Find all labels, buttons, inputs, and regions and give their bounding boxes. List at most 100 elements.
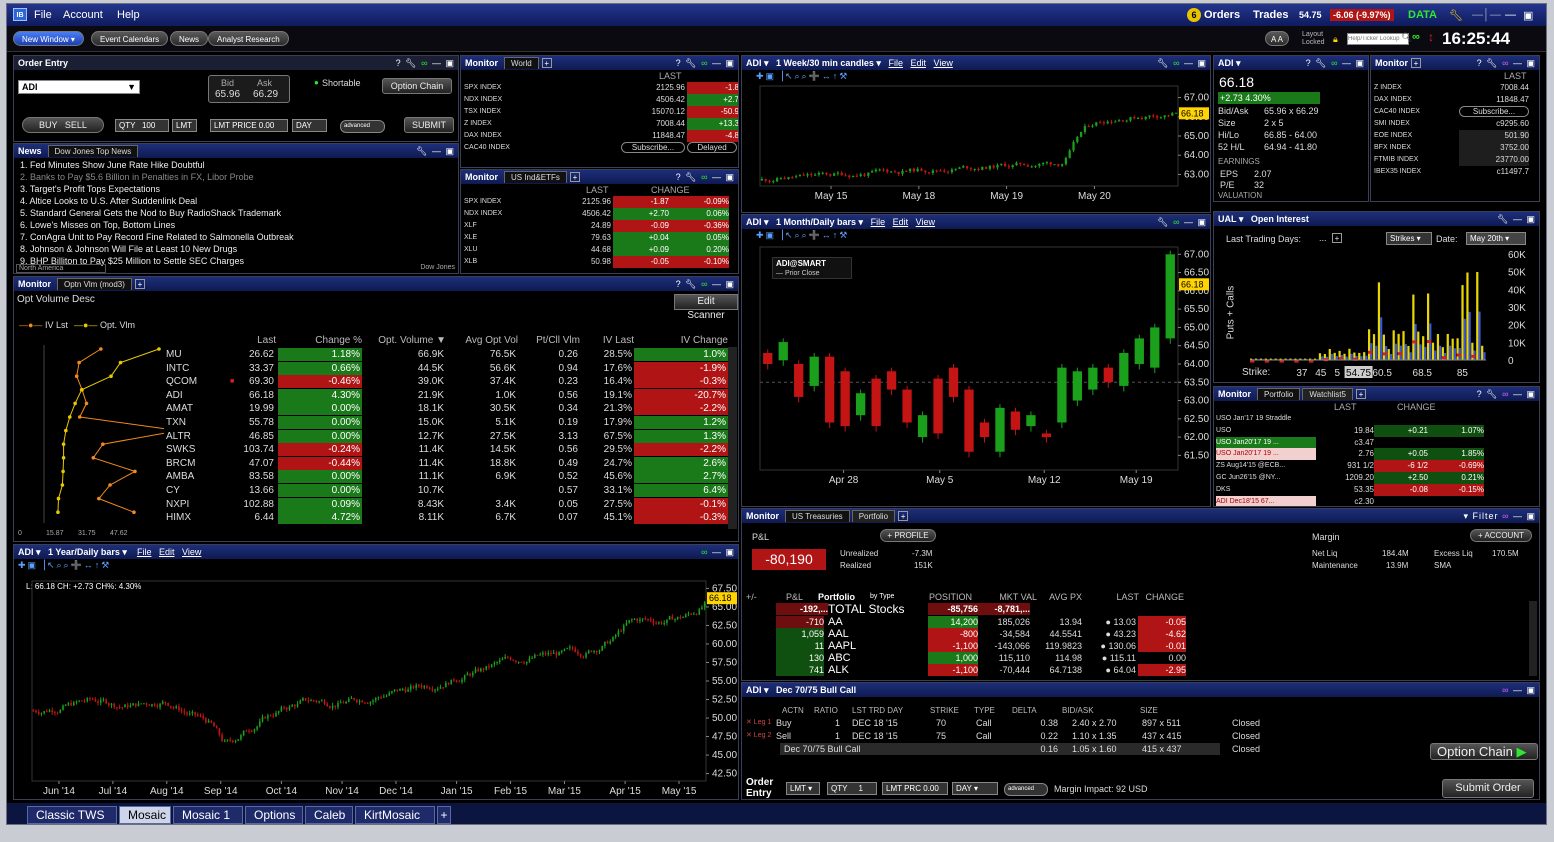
- table-row[interactable]: USO 19.84 +0.21 1.07%: [1214, 424, 1486, 437]
- tab-portfolio[interactable]: Portfolio: [1257, 388, 1301, 400]
- menu-file[interactable]: File: [34, 9, 52, 21]
- table-row[interactable]: XLU 44.68 +0.09 0.20%: [461, 244, 738, 256]
- week-chart[interactable]: 67.0066.0065.0064.0063.00May 15May 18May…: [752, 84, 1211, 213]
- tab-optn-vlm[interactable]: Optn Vlm (mod3): [57, 278, 132, 290]
- chart-tools-icon[interactable]: ✚▣▕↖⌕⌕➕↔↑⚒: [756, 71, 849, 82]
- add-tab-icon[interactable]: +: [898, 511, 909, 521]
- link-icon[interactable]: ―│―: [1472, 9, 1501, 21]
- table-row[interactable]: Z INDEX 7008.44 +13.3: [461, 118, 738, 130]
- panel-controls-icon[interactable]: ? 🔧︎ ∞ — ▣: [676, 56, 735, 70]
- order-type-select[interactable]: LMT: [172, 119, 197, 132]
- add-tab-icon[interactable]: +: [1411, 58, 1421, 68]
- limit-price-input[interactable]: LMT PRICE 0.00: [210, 119, 288, 132]
- tab-portfolio[interactable]: Portfolio: [851, 510, 896, 522]
- tab-us-treasuries[interactable]: US Treasuries: [785, 510, 850, 522]
- news-headline[interactable]: 2. Banks to Pay $5.6 Billion in Penaltie…: [14, 171, 448, 183]
- chart-menu-view[interactable]: View: [916, 217, 935, 227]
- workspace-tab[interactable]: KirtMosaic: [355, 806, 435, 824]
- table-row[interactable]: CAC40 INDEX Subscribe... Delayed: [461, 142, 738, 154]
- table-row[interactable]: USO Jan20'17 19 ... 2.76 +0.05 1.85%: [1214, 448, 1486, 461]
- table-row[interactable]: IBEX35 INDEX c11497.7: [1371, 166, 1539, 178]
- table-row[interactable]: DAX INDEX 11848.47: [1371, 94, 1539, 106]
- panel-controls-icon[interactable]: ? 🔧︎ ∞ — ▣: [396, 56, 455, 70]
- news-tab[interactable]: Dow Jones Top News: [47, 145, 139, 157]
- submit-button[interactable]: SUBMIT: [404, 117, 454, 133]
- analyst-research-button[interactable]: Analyst Research: [208, 31, 289, 46]
- table-row[interactable]: XLB 50.98 -0.05 -0.10%: [461, 256, 738, 268]
- symbol-select[interactable]: ADI ▼: [18, 80, 140, 94]
- table-row[interactable]: INTC 33.37 0.66% 44.5K 56.6K 0.94 17.6% -1.9%: [14, 361, 728, 375]
- table-row[interactable]: GC Jun26'15 @NY... 1209.20 +2.50 0.21%: [1214, 472, 1486, 484]
- workspace-tab[interactable]: Options: [245, 806, 303, 824]
- edit-scanner-button[interactable]: Edit Scanner: [674, 294, 738, 321]
- profile-button[interactable]: + PROFILE: [880, 529, 936, 542]
- tif-select[interactable]: DAY: [292, 119, 327, 132]
- table-row[interactable]: DAX INDEX 11848.47 -4.8: [461, 130, 738, 142]
- tab-world[interactable]: World: [504, 57, 539, 69]
- table-row[interactable]: BRCM 47.07 -0.44% 11.4K 18.8K 0.49 24.7% 2.6%: [14, 456, 728, 470]
- panel-controls-icon[interactable]: ? 🔧︎ ∞ — ▣: [1477, 387, 1536, 401]
- table-row[interactable]: AMAT 19.99 0.00% 18.1K 30.5K 0.34 21.3% -2.2%: [14, 402, 728, 416]
- panel-controls-icon[interactable]: 🔧︎ ∞ — ▣: [1157, 56, 1207, 70]
- ticker-lookup-input[interactable]: [1347, 33, 1409, 45]
- chart-menu-edit[interactable]: Edit: [893, 217, 909, 227]
- chart-menu-edit[interactable]: Edit: [159, 547, 175, 557]
- event-calendars-button[interactable]: Event Calendars: [91, 31, 169, 46]
- panel-controls-icon[interactable]: ▾ Filter ∞ — ▣: [1464, 509, 1536, 523]
- table-row[interactable]: CY 13.66 0.00% 10.7K 0.57 33.1% 6.4%: [14, 484, 728, 497]
- link-group-icon[interactable]: ∞: [1412, 31, 1420, 43]
- table-row[interactable]: TXN 55.78 0.00% 15.0K 5.1K 0.19 17.9% 1.2%: [14, 416, 728, 429]
- workspace-tab[interactable]: Classic TWS: [27, 806, 117, 824]
- table-row[interactable]: SWKS 103.74 -0.24% 11.4K 14.5K 0.56 29.5% -2.2%: [14, 443, 728, 457]
- tab-us-etfs[interactable]: US Ind&ETFs: [504, 171, 567, 183]
- table-row[interactable]: EOE INDEX 501.90: [1371, 130, 1539, 142]
- table-row[interactable]: NXPI 102.88 0.09% 8.43K 3.4K 0.05 27.5% -0.1%: [14, 497, 728, 511]
- combo-total-row[interactable]: Dec 70/75 Bull Call 0.16 1.05 x 1.60 415 x …: [742, 743, 1302, 755]
- maximize-icon[interactable]: ▣: [1523, 9, 1533, 22]
- news-button[interactable]: News: [170, 31, 209, 46]
- workspace-tab[interactable]: Mosaic: [119, 806, 171, 824]
- panel-controls-icon[interactable]: ? 🔧︎ ∞ — ▣: [1306, 56, 1365, 70]
- menu-account[interactable]: Account: [63, 9, 103, 21]
- news-headline[interactable]: 1. Fed Minutes Show June Rate Hike Doubt…: [14, 159, 448, 171]
- tab-watchlist5[interactable]: Watchlist5: [1302, 388, 1353, 400]
- table-row[interactable]: ALTR 46.85 0.00% 12.7K 27.5K 3.13 67.5% 1.3%: [14, 429, 728, 443]
- chart-menu-file[interactable]: File: [888, 58, 903, 68]
- table-row[interactable]: Z INDEX 7008.44: [1371, 82, 1539, 94]
- panel-controls-icon[interactable]: 🔧︎ — ▣: [1497, 212, 1536, 226]
- add-tab-icon[interactable]: +: [134, 279, 145, 289]
- table-row[interactable]: DKS 53.35 -0.08 -0.15%: [1214, 483, 1486, 496]
- news-headline[interactable]: 5. Standard General Gets the Nod to Buy …: [14, 207, 448, 219]
- table-row[interactable]: MU 26.62 1.18% 66.9K 76.5K 0.26 28.5% 1.0%: [14, 348, 728, 361]
- portfolio-scrollbar[interactable]: [1529, 601, 1537, 676]
- workspace-tab[interactable]: Mosaic 1: [173, 806, 243, 824]
- table-row[interactable]: HIMX 6.44 4.72% 8.11K 6.7K 0.07 45.1% -0.3%: [14, 511, 728, 525]
- advanced-button[interactable]: advanced: [340, 120, 385, 133]
- news-headline[interactable]: 8. Johnson & Johnson Will File at Least …: [14, 243, 448, 255]
- panel-controls-icon[interactable]: ? 🔧︎ ∞ — ▣: [676, 277, 735, 291]
- chart-menu-view[interactable]: View: [182, 547, 201, 557]
- account-button[interactable]: + ACCOUNT: [1470, 529, 1532, 542]
- qty-field[interactable]: QTY 100: [115, 119, 169, 132]
- combo-qty[interactable]: QTY 1: [827, 782, 877, 795]
- table-row[interactable]: QCOM 69.30 -0.46% 39.0K 37.4K 0.23 16.4% -0.3% ■: [14, 375, 728, 389]
- news-headline[interactable]: 6. Lowe's Misses on Top, Bottom Lines: [14, 219, 448, 231]
- year-chart[interactable]: 67.5065.0062.5060.0057.5055.0052.5050.00…: [24, 575, 739, 800]
- combo-advanced-button[interactable]: advanced: [1004, 783, 1048, 796]
- filter-label[interactable]: Filter: [1473, 511, 1499, 521]
- table-row[interactable]: TSX INDEX 15070.12 -50.9: [461, 106, 738, 118]
- chart-period-select[interactable]: 1 Year/Daily bars: [48, 547, 120, 557]
- trades-button[interactable]: Trades: [1253, 9, 1288, 21]
- table-row[interactable]: CAC40 INDEX Subscribe...: [1371, 106, 1539, 118]
- workspace-tab[interactable]: Caleb: [305, 806, 353, 824]
- table-row[interactable]: ZS Aug14'15 @ECB... 931 1/2 -6 1/2 -0.69%: [1214, 460, 1486, 473]
- table-row[interactable]: 130 ABC 1,000 115,110 114.98 ● 115.11 0.00: [742, 652, 1502, 664]
- region-select[interactable]: North America: [16, 264, 106, 273]
- chart-period-select[interactable]: 1 Week/30 min candles: [776, 58, 874, 68]
- minimize-icon[interactable]: —: [1505, 9, 1516, 21]
- table-row[interactable]: ADI Dec18'15 67... c2.30: [1214, 495, 1486, 506]
- strikes-select[interactable]: Strikes ▾: [1386, 232, 1432, 245]
- buy-sell-toggle[interactable]: BUY SELL: [22, 117, 104, 133]
- table-row[interactable]: SPX INDEX 2125.96 -1.87 -0.09%: [461, 196, 738, 208]
- combo-leg-row[interactable]: ✕ Leg 2 Sell 1 DEC 18 '15 75 Call 0.22 1.10 x 1…: [742, 730, 1302, 742]
